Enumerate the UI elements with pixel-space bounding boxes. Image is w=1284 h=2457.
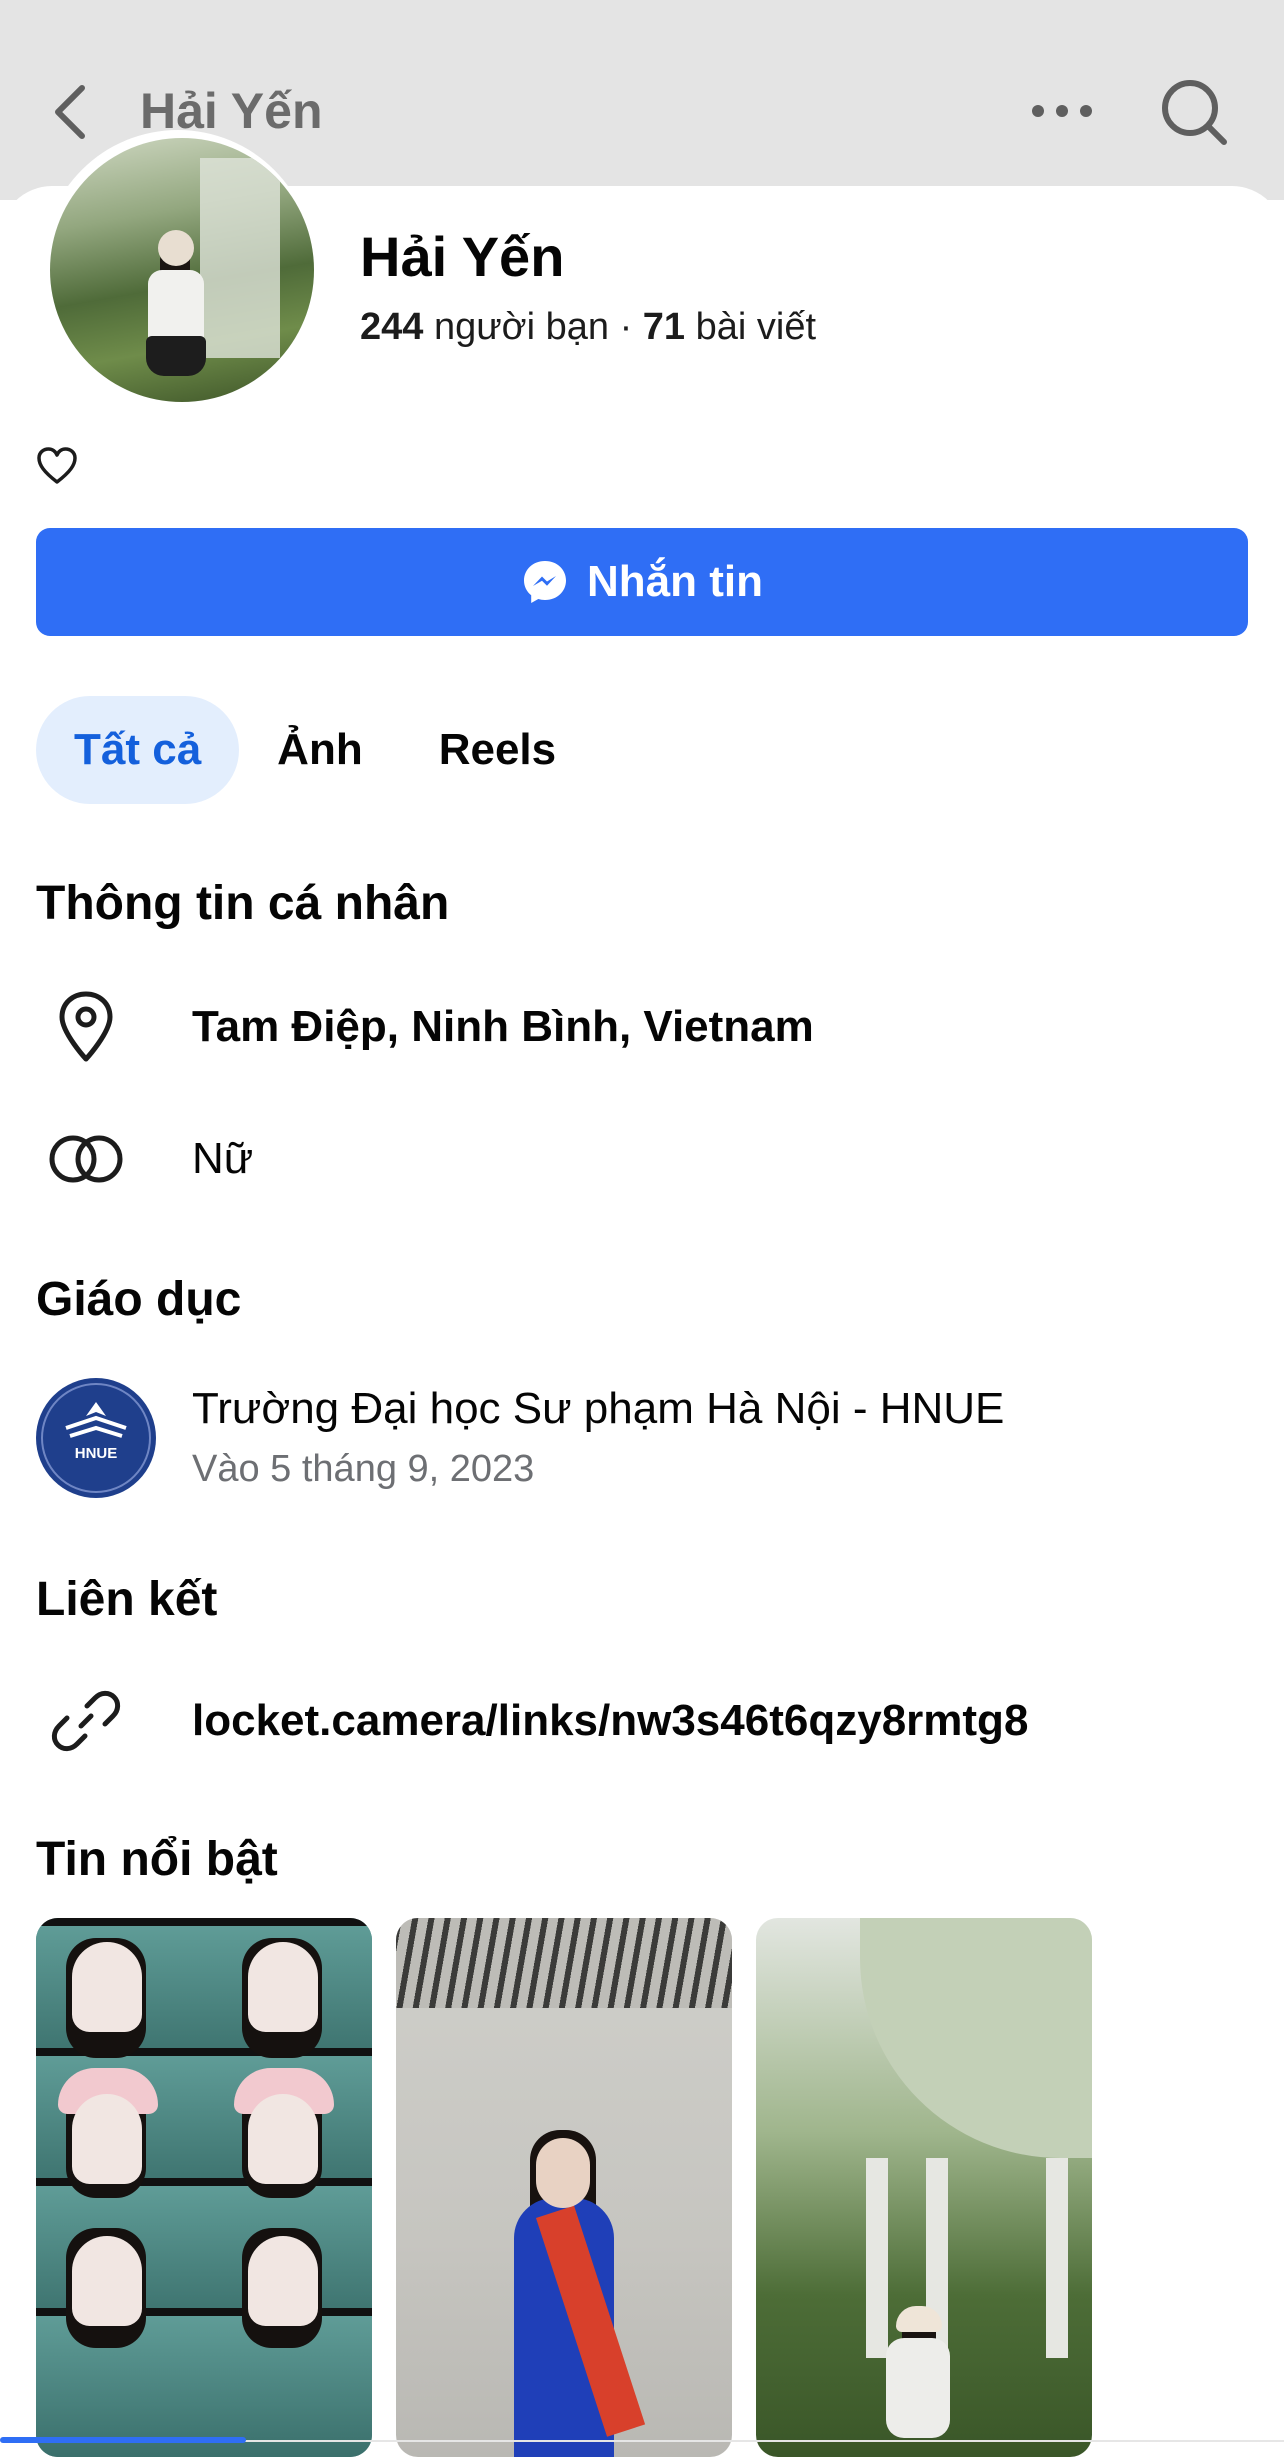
- profile-stats: 244 người bạn · 71 bài viết: [360, 306, 816, 349]
- friends-label[interactable]: người bạn: [434, 306, 609, 348]
- link-icon: [36, 1676, 156, 1766]
- avatar-figure-head: [158, 230, 194, 266]
- posts-count: 71: [642, 306, 686, 348]
- gender-text: Nữ: [192, 1134, 254, 1183]
- highlight-item[interactable]: [36, 1918, 372, 2457]
- links-title: Liên kết: [36, 1573, 218, 1626]
- building-column: [866, 2158, 888, 2358]
- back-button[interactable]: [48, 80, 92, 144]
- more-options-button[interactable]: [1030, 96, 1094, 126]
- highlight-item[interactable]: [396, 1918, 732, 2457]
- location-pin-icon: [36, 982, 156, 1072]
- figure-face: [248, 2094, 318, 2184]
- figure-face: [72, 1942, 142, 2032]
- gender-row: Nữ: [36, 1114, 1248, 1204]
- figure-face: [248, 2236, 318, 2326]
- avatar-figure-skirt: [146, 336, 206, 376]
- building-roof: [860, 1918, 1092, 2158]
- personal-info-title: Thông tin cá nhân: [36, 877, 450, 930]
- school-logo[interactable]: HNUE: [36, 1378, 156, 1498]
- highlight-item[interactable]: [756, 1918, 1092, 2457]
- messenger-icon: [524, 561, 566, 603]
- gender-rings-icon: [36, 1114, 156, 1204]
- chevron-left-icon: [55, 85, 85, 139]
- highlights-title: Tin nổi bật: [36, 1833, 278, 1886]
- tab-all[interactable]: Tất cả: [36, 696, 240, 804]
- link-url[interactable]: locket.camera/links/nw3s46t6qzy8rmtg8: [192, 1696, 1028, 1746]
- figure-face: [536, 2138, 590, 2208]
- search-button[interactable]: [1158, 76, 1230, 148]
- message-button[interactable]: Nhắn tin: [36, 528, 1248, 636]
- message-button-label: Nhắn tin: [587, 557, 763, 606]
- link-row[interactable]: locket.camera/links/nw3s46t6qzy8rmtg8: [36, 1676, 1248, 1766]
- profile-name: Hải Yến: [360, 225, 565, 288]
- search-icon: [1162, 80, 1227, 145]
- location-row[interactable]: Tam Điệp, Ninh Bình, Vietnam: [36, 982, 1248, 1072]
- figure-body: [886, 2338, 950, 2438]
- school-logo-text: HNUE: [75, 1445, 118, 1462]
- avatar-background: [200, 158, 280, 358]
- highlights-row: [36, 1918, 1092, 2457]
- school-name[interactable]: Trường Đại học Sư phạm Hà Nội - HNUE: [192, 1384, 1004, 1434]
- profile-tabs: Tất cả Ảnh Reels: [36, 696, 594, 804]
- heart-icon[interactable]: [36, 446, 78, 486]
- friends-count[interactable]: 244: [360, 306, 423, 348]
- location-text: Tam Điệp, Ninh Bình, Vietnam: [192, 1002, 814, 1051]
- figure-face: [72, 2094, 142, 2184]
- avatar-figure-body: [148, 270, 204, 342]
- ceiling-slats: [396, 1918, 732, 2008]
- building-column: [1046, 2158, 1068, 2358]
- education-title: Giáo dục: [36, 1273, 242, 1326]
- scroll-indicator: [0, 2437, 246, 2443]
- figure-face: [72, 2236, 142, 2326]
- tab-reels[interactable]: Reels: [401, 696, 594, 804]
- avatar[interactable]: [50, 138, 314, 402]
- tab-photos[interactable]: Ảnh: [239, 696, 401, 804]
- school-date: Vào 5 tháng 9, 2023: [192, 1448, 535, 1490]
- more-horizontal-icon: [1032, 105, 1092, 117]
- figure-face: [248, 1942, 318, 2032]
- stats-separator: ·: [619, 306, 633, 348]
- posts-label: bài viết: [695, 306, 817, 348]
- figure-hat: [896, 2306, 942, 2332]
